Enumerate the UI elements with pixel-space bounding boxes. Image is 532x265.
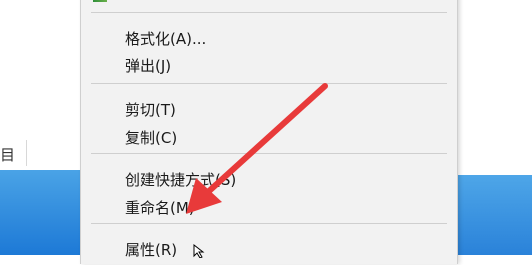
explorer-partial-text: 目 (0, 146, 16, 164)
menu-item-cut[interactable]: 剪切(T) (81, 95, 457, 125)
menu-item-properties[interactable]: 属性(R) (81, 235, 457, 265)
menu-item-label: 剪切(T) (125, 101, 176, 119)
menu-separator (91, 223, 447, 224)
menu-item-copy[interactable]: 复制(C) (81, 123, 457, 153)
desktop-background-left (0, 170, 80, 255)
menu-item-label: 弹出(J) (125, 57, 172, 75)
drive-icon (93, 0, 107, 2)
menu-item-label: 创建快捷方式(S) (125, 171, 237, 189)
menu-item-label: 属性(R) (125, 241, 178, 259)
menu-item-label: 重命名(M) (125, 199, 195, 217)
menu-separator (91, 12, 447, 13)
explorer-window-right (456, 0, 532, 175)
menu-item-format[interactable]: 格式化(A)... (81, 24, 457, 54)
context-menu: 格式化(A)... 弹出(J) 剪切(T) 复制(C) 创建快捷方式(S) 重命… (80, 0, 458, 264)
menu-item-create-shortcut[interactable]: 创建快捷方式(S) (81, 165, 457, 195)
explorer-divider (26, 140, 27, 166)
menu-item-eject[interactable]: 弹出(J) (81, 51, 457, 81)
menu-separator (91, 153, 447, 154)
desktop-background-right (456, 175, 532, 255)
menu-separator (91, 83, 447, 84)
menu-item-label: 复制(C) (125, 129, 178, 147)
menu-item-label: 格式化(A)... (125, 30, 207, 48)
menu-item-rename[interactable]: 重命名(M) (81, 193, 457, 223)
mouse-cursor-icon (193, 244, 205, 258)
